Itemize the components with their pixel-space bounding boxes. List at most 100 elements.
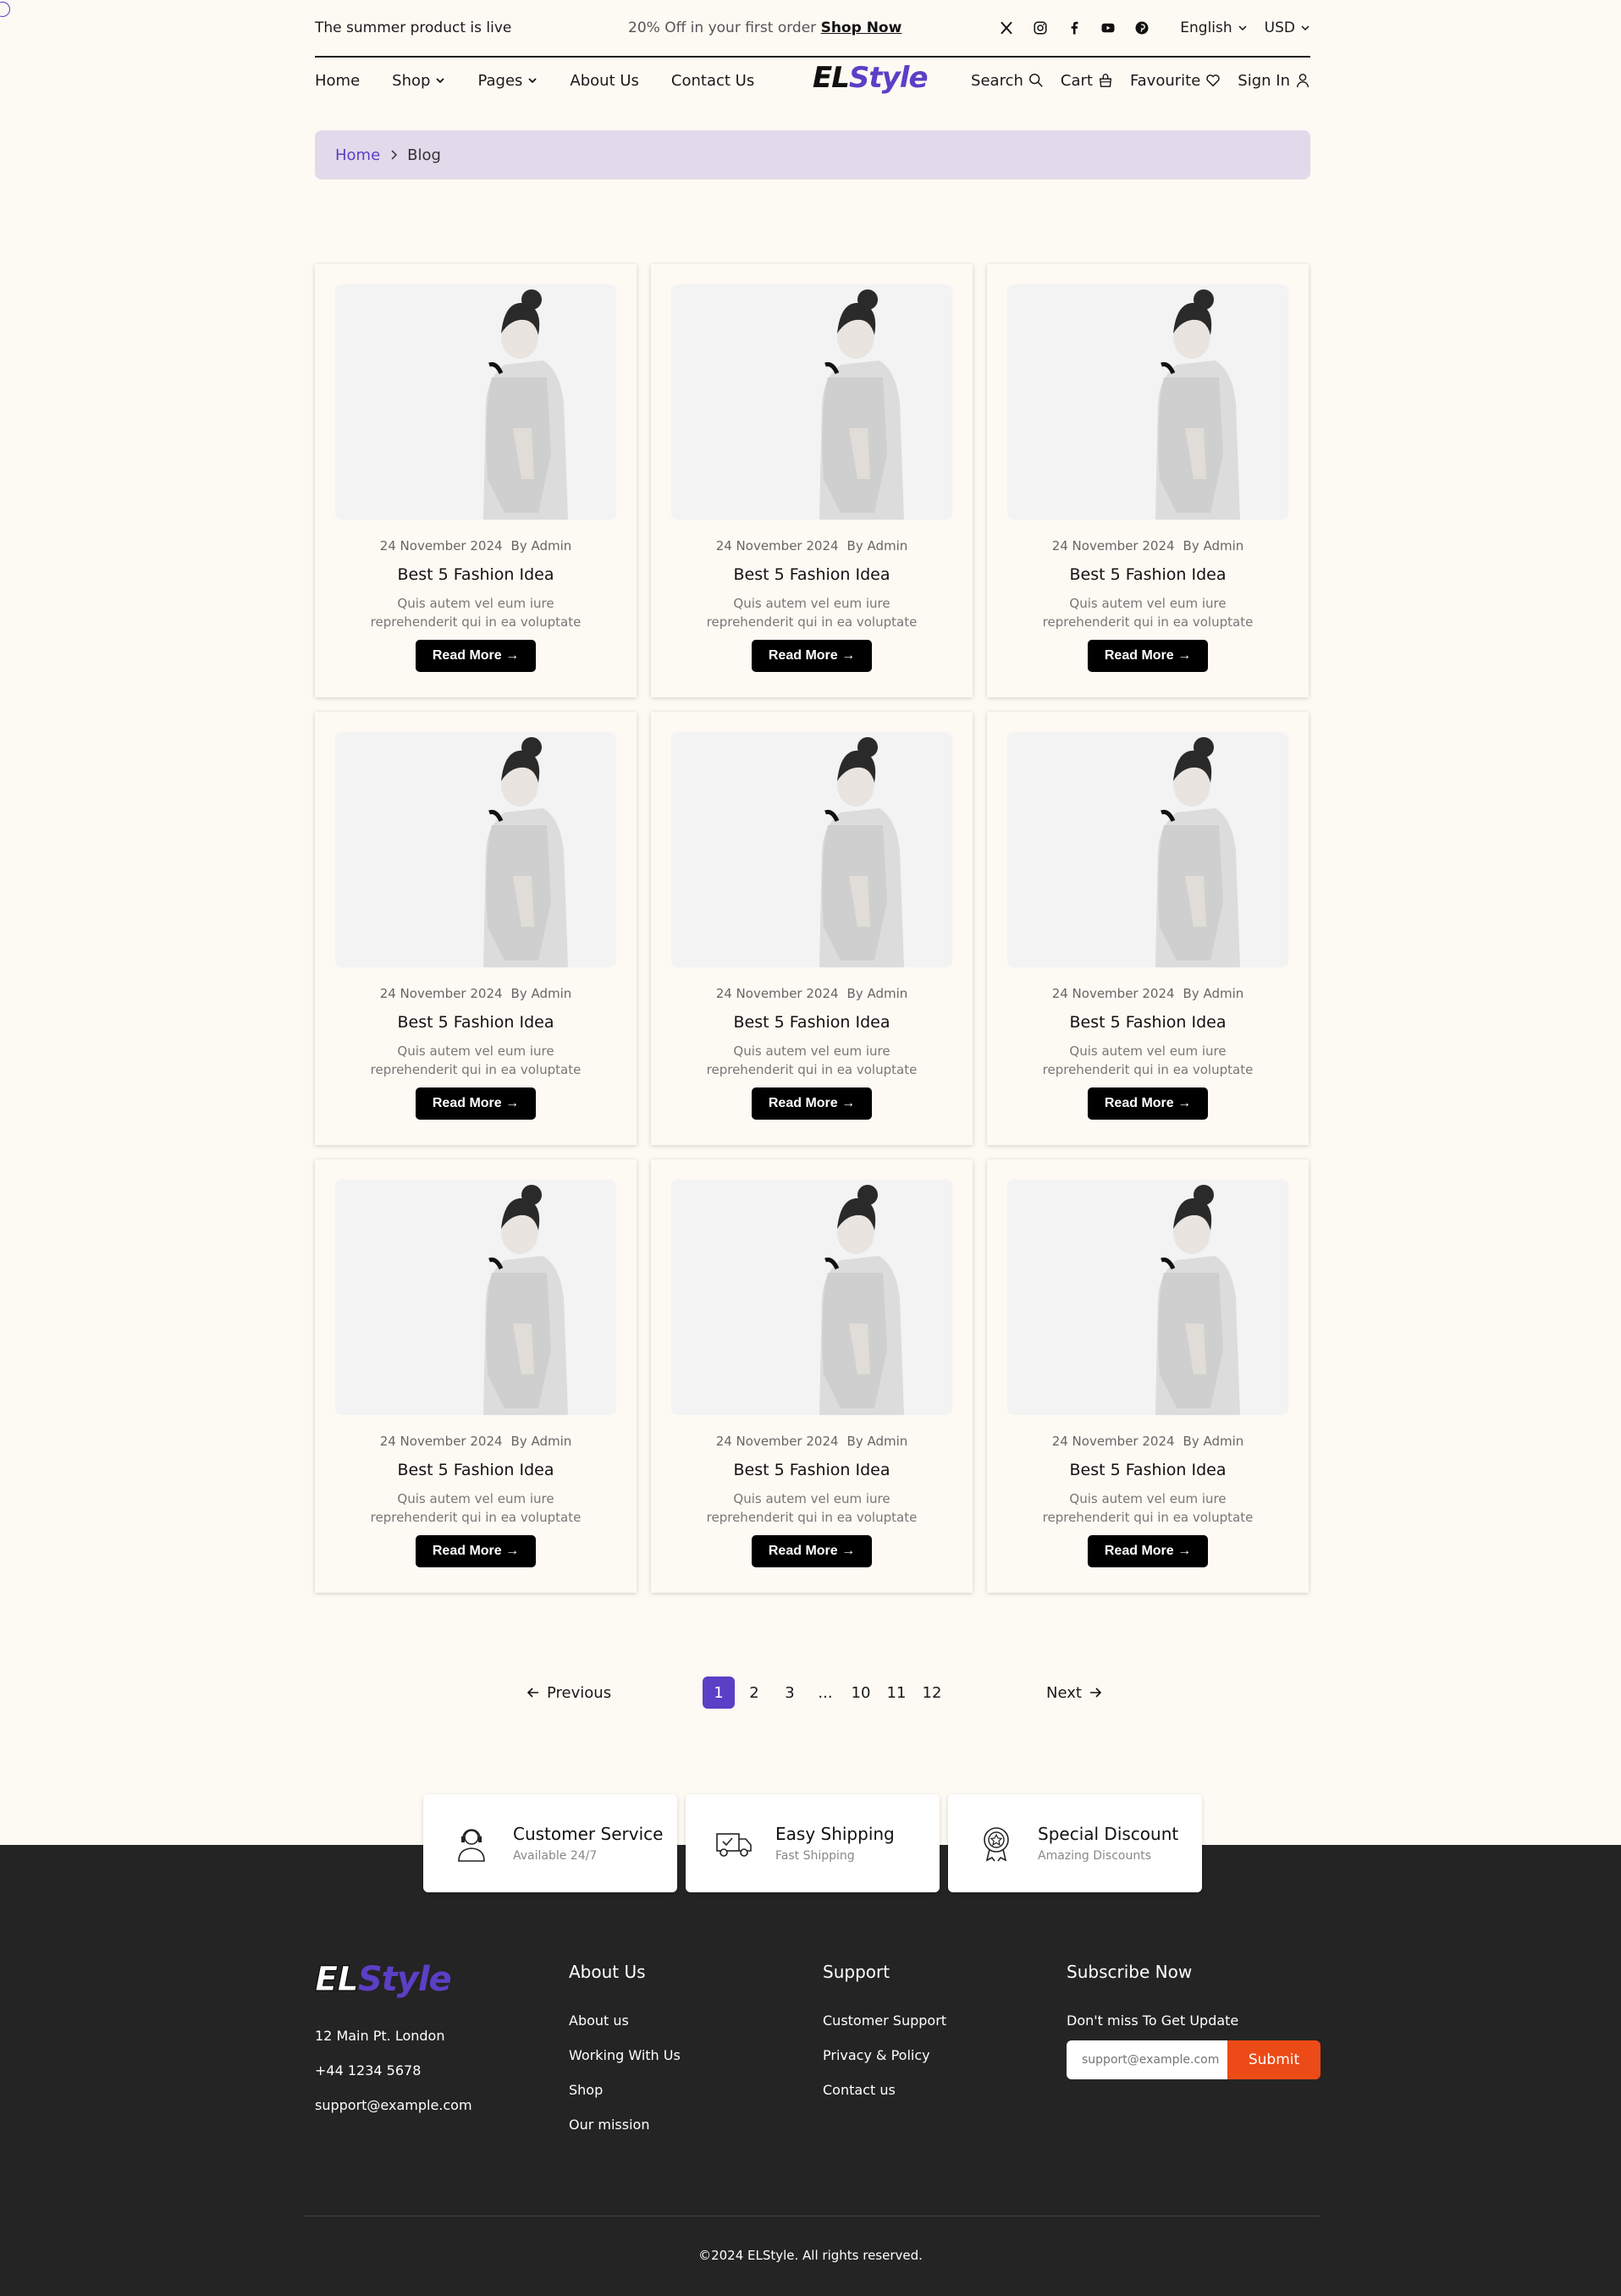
post-title[interactable]: Best 5 Fashion Idea [671,1461,952,1479]
fashion-model-photo [1007,1180,1288,1415]
cursor-indicator [0,2,10,17]
fashion-model-photo [335,732,616,967]
nav-home[interactable]: Home [315,72,360,90]
breadcrumb: Home Blog [315,130,1310,179]
post-excerpt: Quis autem vel eum iure reprehenderit qu… [706,596,918,630]
post-meta: 24 November 2024 By Admin [1007,986,1288,1001]
footer-link-customer-support[interactable]: Customer Support [823,2012,946,2029]
post-title[interactable]: Best 5 Fashion Idea [1007,1013,1288,1032]
fashion-model-photo [671,732,952,967]
previous-button[interactable]: Previous [527,1684,611,1702]
post-author: By Admin [846,538,908,553]
blog-card: 24 November 2024 By Admin Best 5 Fashion … [651,264,973,697]
x-icon[interactable] [999,20,1014,36]
blog-image[interactable] [1007,1180,1288,1415]
read-more-button[interactable]: Read More → [751,1087,873,1120]
footer-support: Support Customer Support Privacy & Polic… [823,1962,946,2117]
post-meta: 24 November 2024 By Admin [671,1434,952,1449]
social-links [999,20,1150,36]
post-title[interactable]: Best 5 Fashion Idea [1007,1461,1288,1479]
announcement-text: The summer product is live [315,19,512,36]
signin-button[interactable]: Sign In [1238,72,1310,90]
blog-image[interactable] [1007,732,1288,967]
breadcrumb-home[interactable]: Home [335,146,380,164]
fashion-model-photo [335,1180,616,1415]
facebook-icon[interactable] [1067,20,1082,36]
footer-logo[interactable]: ELStyle [315,1960,472,2000]
post-excerpt: Quis autem vel eum iure reprehenderit qu… [1042,1491,1254,1525]
blog-image[interactable] [335,1180,616,1415]
instagram-icon[interactable] [1033,20,1048,36]
read-more-button[interactable]: Read More → [415,1535,537,1567]
next-button[interactable]: Next [1046,1684,1102,1702]
footer-email: support@example.com [315,2097,472,2113]
pinterest-icon[interactable] [1134,20,1150,36]
post-title[interactable]: Best 5 Fashion Idea [671,565,952,584]
fashion-model-photo [335,284,616,520]
subscribe-email-input[interactable] [1067,2040,1227,2079]
footer-link-about-us[interactable]: About us [569,2012,681,2029]
read-more-button[interactable]: Read More → [415,1087,537,1120]
blog-image[interactable] [671,284,952,520]
shop-now-link[interactable]: Shop Now [821,19,902,36]
footer-about: About Us About us Working With Us Shop O… [569,1962,681,2151]
nav-contact[interactable]: Contact Us [671,72,754,90]
submit-button[interactable]: Submit [1227,2040,1321,2079]
cart-button[interactable]: Cart [1061,72,1113,90]
feature-special-discount: Special Discount Amazing Discounts [948,1794,1202,1892]
nav-pages[interactable]: Pages [477,72,538,90]
post-excerpt: Quis autem vel eum iure reprehenderit qu… [370,1043,582,1077]
page-number[interactable]: 1 [703,1677,735,1709]
page-number[interactable]: 3 [774,1677,806,1709]
nav-about[interactable]: About Us [570,72,639,90]
favourite-button[interactable]: Favourite [1130,72,1221,90]
post-title[interactable]: Best 5 Fashion Idea [671,1013,952,1032]
footer-link-contact-us[interactable]: Contact us [823,2082,946,2098]
post-title[interactable]: Best 5 Fashion Idea [335,1013,616,1032]
post-title[interactable]: Best 5 Fashion Idea [335,565,616,584]
footer-link-privacy-policy[interactable]: Privacy & Policy [823,2047,946,2063]
chevron-down-icon [1238,25,1247,31]
read-more-button[interactable]: Read More → [751,640,873,672]
post-title[interactable]: Best 5 Fashion Idea [335,1461,616,1479]
post-title[interactable]: Best 5 Fashion Idea [1007,565,1288,584]
language-select[interactable]: English [1180,19,1247,36]
read-more-button[interactable]: Read More → [415,640,537,672]
blog-image[interactable] [1007,284,1288,520]
page-number[interactable]: 11 [880,1677,913,1709]
user-icon [1297,74,1309,88]
blog-image[interactable] [335,284,616,520]
read-more-button[interactable]: Read More → [1087,640,1209,672]
footer-link-shop[interactable]: Shop [569,2082,681,2098]
youtube-icon[interactable] [1100,20,1116,36]
page-number[interactable]: 2 [738,1677,770,1709]
post-excerpt: Quis autem vel eum iure reprehenderit qu… [706,1491,918,1525]
page-number[interactable]: 12 [916,1677,948,1709]
post-author: By Admin [510,986,572,1001]
feature-easy-shipping: Easy Shipping Fast Shipping [686,1794,940,1892]
footer-link-working-with-us[interactable]: Working With Us [569,2047,681,2063]
page-number[interactable]: 10 [845,1677,877,1709]
copyright: ©2024 ELStyle. All rights reserved. [698,2248,923,2263]
site-logo[interactable]: ELStyle [813,61,929,95]
post-meta: 24 November 2024 By Admin [1007,538,1288,553]
read-more-button[interactable]: Read More → [1087,1087,1209,1120]
nav-shop[interactable]: Shop [392,72,445,90]
search-button[interactable]: Search [971,72,1044,90]
post-excerpt: Quis autem vel eum iure reprehenderit qu… [1042,596,1254,630]
arrow-right-icon [1089,1688,1102,1698]
read-more-button[interactable]: Read More → [1087,1535,1209,1567]
footer-support-title: Support [823,1962,890,1982]
post-date: 24 November 2024 [715,986,839,1001]
blog-image[interactable] [671,732,952,967]
currency-select[interactable]: USD [1265,19,1310,36]
chevron-down-icon [1301,25,1309,31]
read-more-button[interactable]: Read More → [751,1535,873,1567]
footer-link-our-mission[interactable]: Our mission [569,2117,681,2133]
chevron-right-icon [391,150,398,160]
blog-image[interactable] [335,732,616,967]
blog-image[interactable] [671,1180,952,1415]
post-meta: 24 November 2024 By Admin [335,986,616,1001]
feature-customer-service: Customer Service Available 24/7 [423,1794,677,1892]
pagination: Previous 1 2 3... 10 11 12 Next [315,1676,1310,1710]
